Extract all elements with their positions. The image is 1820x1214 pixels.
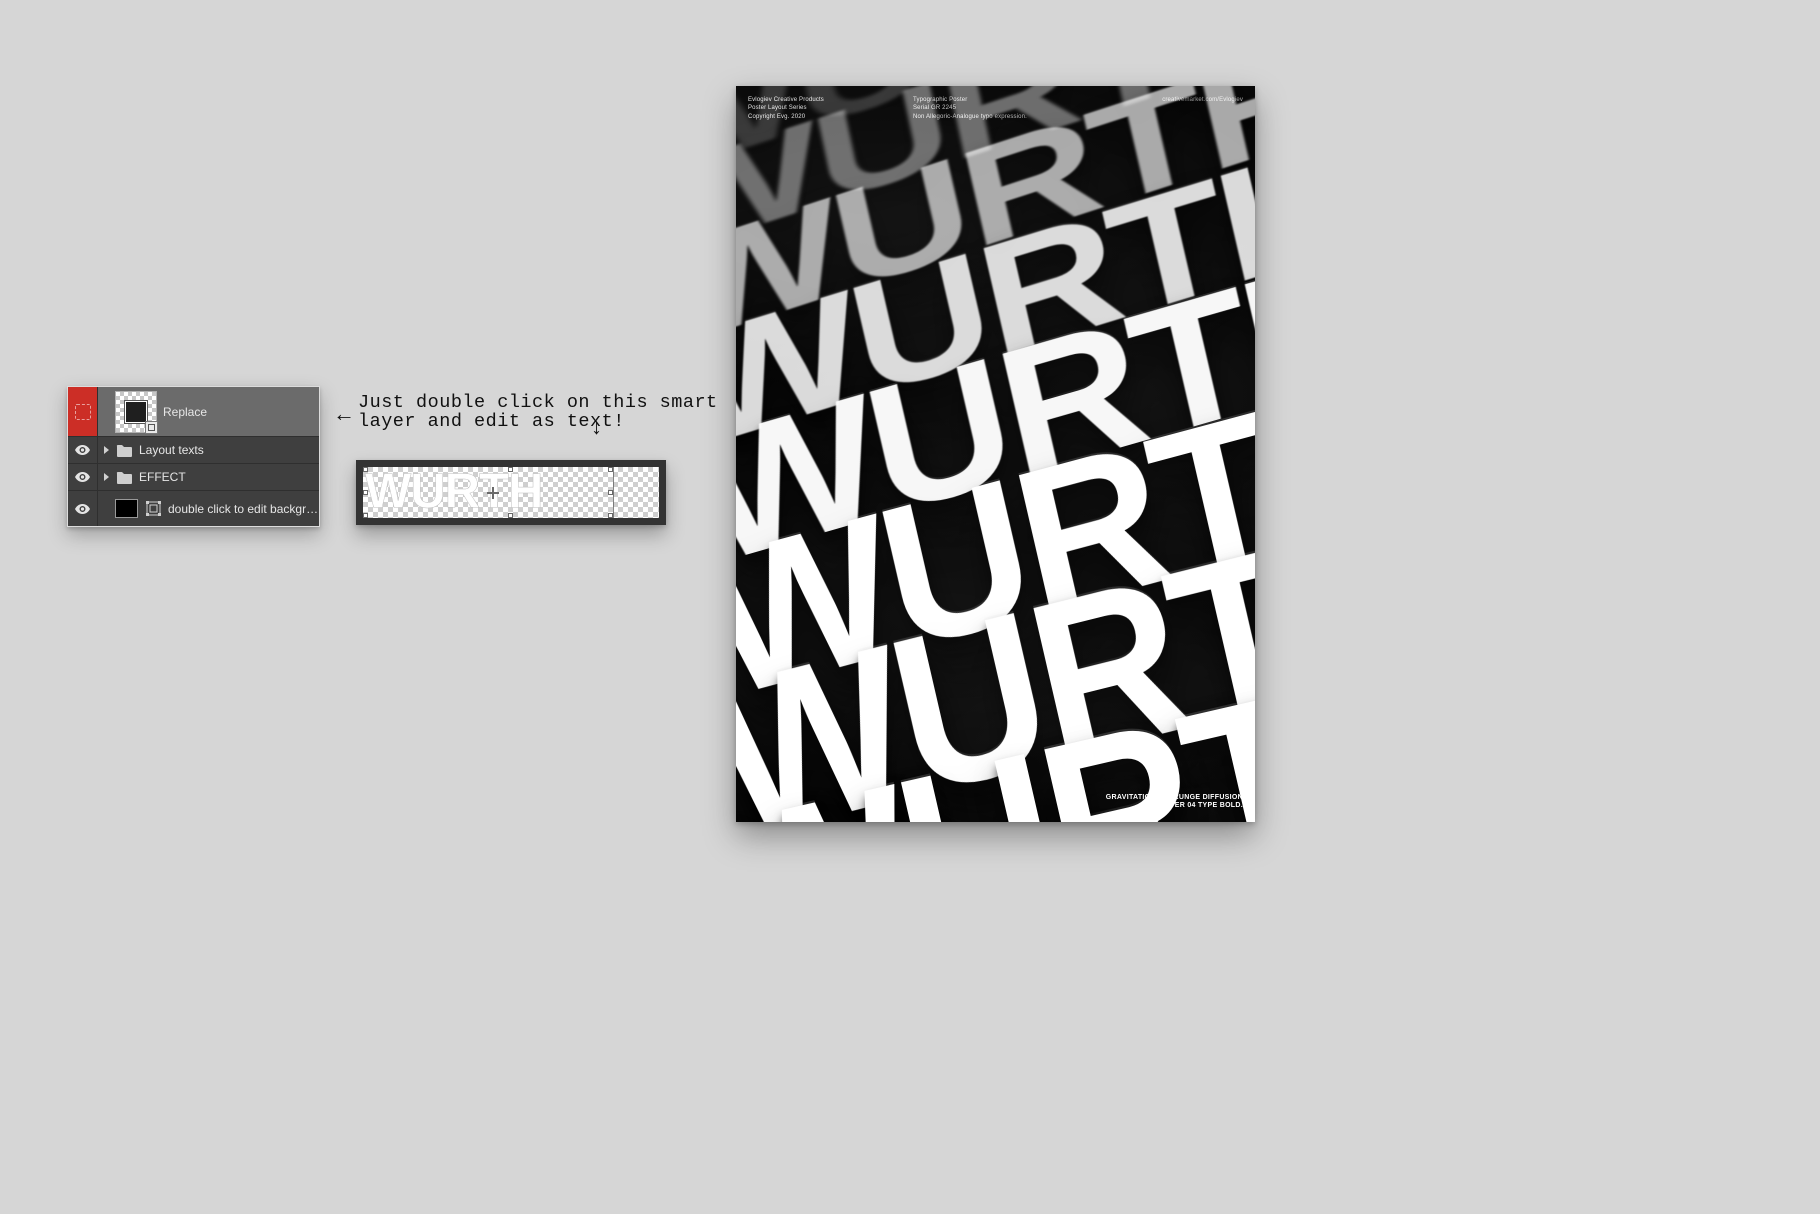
transform-handle[interactable] — [608, 467, 613, 472]
poster-footer-line: GRAVITATIONAL GRUNGE DIFFUSION — [1106, 794, 1243, 803]
layer-row-replace[interactable]: Replace — [68, 387, 319, 437]
layer-label: double click to edit backgro... — [168, 502, 319, 516]
instruction-line-2: layer and edit as text! — [358, 411, 625, 432]
instruction-line-1: Just double click on this smart — [358, 392, 718, 413]
expand-toggle[interactable] — [98, 464, 115, 490]
poster-preview: Evlogiev Creative Products Poster Layout… — [736, 86, 1255, 822]
eye-icon — [75, 472, 90, 482]
layer-color-swatch — [68, 387, 98, 436]
layer-label: Layout texts — [139, 443, 319, 457]
poster-footer-line: BLASTER 04 TYPE BOLD. — [1106, 802, 1243, 811]
transform-handle[interactable] — [363, 513, 368, 518]
layer-row-effect[interactable]: EFFECT — [68, 464, 319, 491]
expand-gap — [98, 491, 115, 526]
expand-gap — [98, 387, 115, 436]
folder-icon — [115, 468, 133, 486]
layer-label: EFFECT — [139, 470, 319, 484]
arrow-down-icon: ↓ — [591, 414, 602, 440]
transform-handle[interactable] — [363, 467, 368, 472]
expand-toggle[interactable] — [98, 437, 115, 463]
layers-panel: Replace Layout texts EFFECT — [67, 386, 320, 527]
arrow-left-icon: ← — [333, 401, 355, 427]
vector-mask-icon — [144, 500, 162, 518]
chevron-right-icon — [104, 446, 109, 454]
smart-object-canvas[interactable]: WURTH — [363, 467, 659, 518]
smart-object-thumbnail-icon[interactable] — [115, 391, 157, 433]
editable-text[interactable]: WURTH — [365, 467, 542, 518]
poster-footer-meta: GRAVITATIONAL GRUNGE DIFFUSION BLASTER 0… — [1106, 794, 1243, 812]
transform-handle[interactable] — [608, 490, 613, 495]
transform-handle[interactable] — [608, 513, 613, 518]
transform-handle[interactable] — [363, 490, 368, 495]
transform-handle[interactable] — [508, 513, 513, 518]
eye-icon — [75, 445, 90, 455]
visibility-toggle[interactable] — [68, 437, 98, 463]
smart-object-editor[interactable]: WURTH — [356, 460, 666, 525]
layer-row-background[interactable]: double click to edit backgro... — [68, 491, 319, 526]
layer-thumbnail — [115, 499, 138, 518]
instruction-text: Just double click on this smart layer an… — [358, 393, 718, 431]
poster-artwork: WURTH WURTH WURTH WURTH WURTH WURTH WURT… — [736, 86, 1255, 822]
visibility-toggle[interactable] — [68, 464, 98, 490]
layer-label: Replace — [163, 405, 319, 419]
visibility-toggle[interactable] — [68, 491, 98, 526]
transform-handle[interactable] — [508, 467, 513, 472]
chevron-right-icon — [104, 473, 109, 481]
eye-icon — [75, 504, 90, 514]
folder-icon — [115, 441, 133, 459]
layer-row-layout-texts[interactable]: Layout texts — [68, 437, 319, 464]
